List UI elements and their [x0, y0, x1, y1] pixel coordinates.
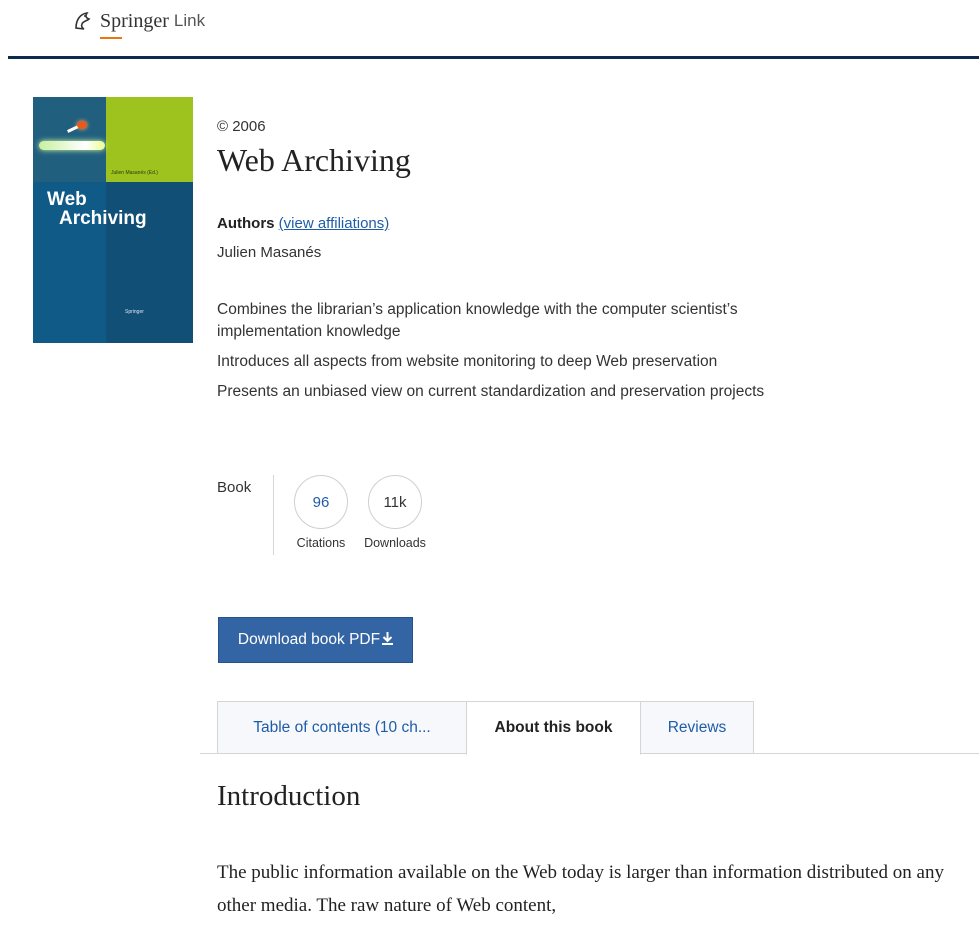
download-book-pdf-button[interactable]: Download book PDF	[218, 617, 413, 663]
cover-author: Julien Masanés (Ed.)	[111, 170, 158, 176]
content-type-label: Book	[217, 479, 252, 496]
authors-label: Authors	[217, 215, 275, 232]
highlight-item: Introduces all aspects from website moni…	[217, 353, 718, 370]
downloads-count: 11k	[368, 475, 422, 529]
download-button-label: Download book PDF	[237, 631, 381, 648]
cover-title-line1: Web	[47, 189, 87, 210]
tab-reviews[interactable]: Reviews	[640, 701, 754, 754]
cover-panel-top-left	[33, 97, 106, 182]
header-divider	[8, 56, 979, 59]
book-cover[interactable]: Julien Masanés (Ed.) Web Archiving Sprin…	[33, 97, 193, 343]
page-title: Web Archiving	[217, 142, 411, 178]
downloads-metric: 11k Downloads	[363, 475, 427, 550]
tab-table-of-contents[interactable]: Table of contents (10 ch...	[217, 701, 467, 754]
metrics-divider	[273, 475, 274, 555]
view-affiliations-link[interactable]: (view affiliations)	[279, 215, 390, 232]
highlight-item: Presents an unbiased view on current sta…	[217, 383, 765, 400]
book-highlights: Combines the librarian’s application kno…	[217, 299, 797, 411]
brand-name: Springer	[100, 9, 169, 32]
cover-title: Web Archiving	[47, 190, 147, 228]
downloads-label: Downloads	[364, 536, 426, 550]
citations-count[interactable]: 96	[294, 475, 348, 529]
introduction-text: The public information available on the …	[217, 862, 944, 916]
highlight-item: Combines the librarian’s application kno…	[217, 301, 738, 340]
cover-comet	[77, 121, 87, 129]
springerlink-logo[interactable]: Springer Link	[70, 8, 206, 39]
cover-title-line2: Archiving	[59, 208, 147, 229]
copyright-year: © 2006	[217, 118, 266, 135]
site-header: Springer Link	[0, 0, 979, 59]
section-heading: Introduction	[217, 780, 361, 812]
tab-about-this-book[interactable]: About this book	[466, 701, 641, 755]
download-icon	[382, 632, 394, 648]
product-name: Link	[173, 11, 206, 30]
citations-label: Citations	[296, 536, 346, 550]
brand-underline	[100, 36, 122, 39]
citations-metric[interactable]: 96 Citations	[289, 475, 353, 550]
authors-line: Authors (view affiliations)	[217, 215, 389, 232]
springer-horse-icon	[70, 8, 96, 34]
author-name[interactable]: Julien Masanés	[217, 244, 321, 261]
cover-publisher: Springer	[125, 309, 144, 315]
cover-light-streak	[39, 141, 105, 150]
